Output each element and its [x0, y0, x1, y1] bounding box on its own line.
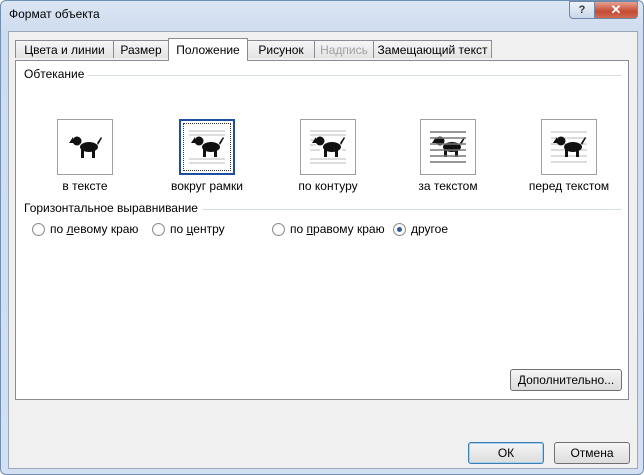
wrapping-separator	[24, 75, 622, 76]
behind-text-icon	[430, 131, 466, 163]
radio-align-right[interactable]: по правому краю	[272, 222, 385, 236]
wrap-behind-label: за текстом	[418, 179, 478, 193]
ok-button[interactable]: ОК	[468, 442, 544, 464]
wrap-tight-button[interactable]	[300, 119, 356, 175]
wrap-inline-label: в тексте	[62, 179, 108, 193]
close-button[interactable]: ✕	[594, 1, 638, 19]
tab-alt-text[interactable]: Замещающий текст	[373, 40, 492, 58]
wrap-behind-button[interactable]	[420, 119, 476, 175]
radio-align-center[interactable]: по центру	[152, 222, 225, 236]
dialog-client-area: Цвета и линии Размер Положение Рисунок Н…	[8, 31, 638, 469]
tab-picture[interactable]: Рисунок	[247, 40, 315, 58]
radio-align-right-label: по правому краю	[290, 222, 385, 236]
format-object-dialog: Формат объекта ? ✕ Цвета и линии Размер …	[0, 0, 644, 475]
wrap-inline-button[interactable]	[57, 119, 113, 175]
inline-with-text-icon	[69, 136, 102, 158]
wrap-tight-label: по контуру	[298, 179, 358, 193]
radio-align-center-circle[interactable]	[152, 222, 165, 236]
tab-text-box[interactable]: Надпись	[314, 40, 374, 58]
wrap-in-front-label: перед текстом	[528, 179, 610, 193]
accel-char: л	[66, 222, 74, 236]
wrap-square-button[interactable]	[179, 119, 235, 175]
tab-size[interactable]: Размер	[113, 40, 169, 58]
advanced-button[interactable]: Дополнительно...	[510, 369, 622, 391]
radio-align-left-circle[interactable]	[32, 222, 45, 236]
window-title: Формат объекта	[9, 7, 100, 21]
radio-align-other-circle[interactable]	[393, 222, 406, 236]
radio-align-other-label: другое	[411, 222, 449, 236]
radio-align-right-circle[interactable]	[272, 222, 285, 236]
accel-char: д	[411, 222, 419, 236]
alignment-group-label: Горизонтальное выравнивание	[24, 201, 202, 215]
wrap-in-front-button[interactable]	[541, 119, 597, 175]
square-wrap-icon	[189, 130, 225, 164]
accel-char: ц	[186, 222, 194, 236]
help-button[interactable]: ?	[569, 1, 595, 19]
radio-align-other[interactable]: другое	[393, 222, 448, 236]
radio-align-center-label: по центру	[170, 222, 225, 236]
radio-align-left-label: по левому краю	[50, 222, 139, 236]
tab-position[interactable]: Положение	[168, 38, 248, 61]
position-tab-panel: Обтекание в тексте вокруг рамки по конту…	[15, 60, 629, 400]
radio-align-left[interactable]: по левому краю	[32, 222, 138, 236]
wrapping-group-label: Обтекание	[24, 67, 89, 81]
tab-colors-and-lines[interactable]: Цвета и линии	[15, 40, 114, 58]
in-front-of-text-icon	[551, 131, 587, 163]
accel-char: п	[306, 222, 314, 236]
tight-wrap-icon	[310, 130, 346, 164]
wrap-square-label: вокруг рамки	[171, 179, 243, 193]
cancel-button[interactable]: Отмена	[554, 442, 630, 464]
